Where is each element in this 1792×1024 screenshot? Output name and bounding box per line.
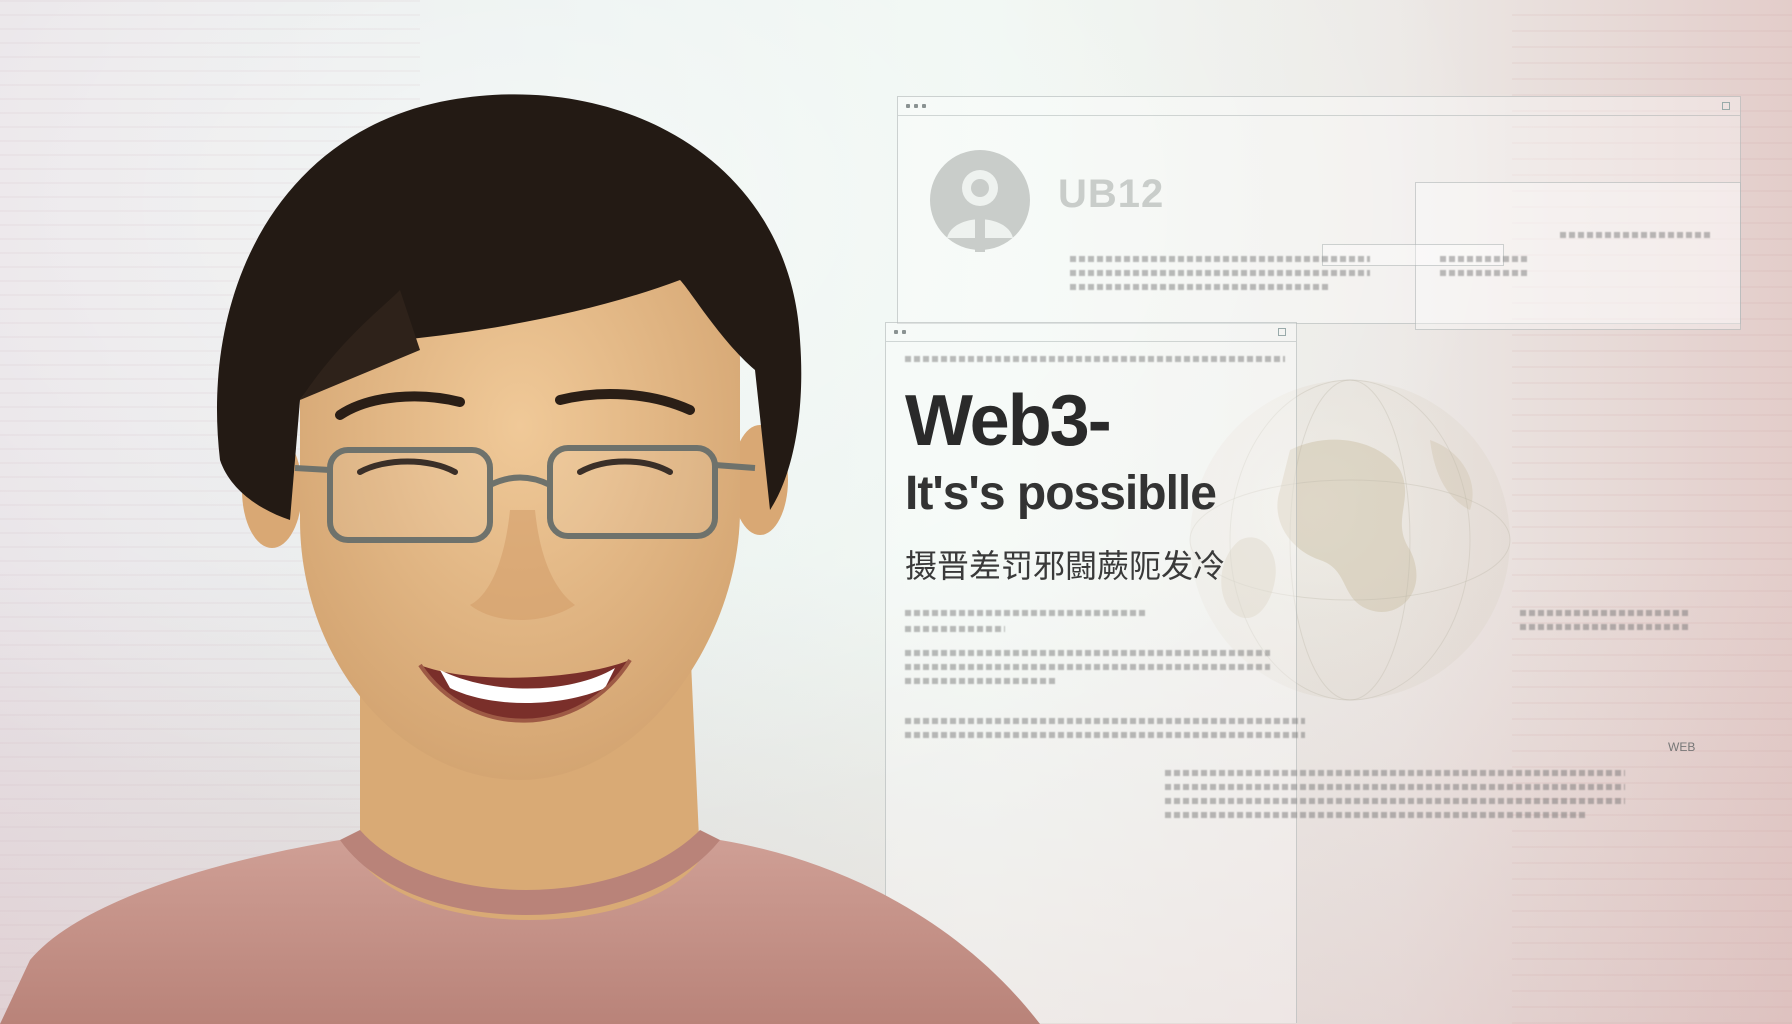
blurred-text <box>1520 624 1690 630</box>
corner-label: WEB <box>1668 740 1696 754</box>
blurred-text <box>1070 270 1370 276</box>
blurred-text <box>1070 284 1330 290</box>
blurred-text <box>1165 770 1625 776</box>
blurred-text <box>1165 784 1625 790</box>
blurred-text <box>1520 610 1690 616</box>
blurred-text <box>1440 256 1530 262</box>
logo-text: UB12 <box>1058 172 1165 216</box>
blurred-text <box>1440 270 1530 276</box>
blurred-text <box>1560 232 1710 238</box>
person-portrait <box>0 94 1040 1024</box>
window-control-icon <box>1722 102 1730 110</box>
blurred-text <box>1070 256 1370 262</box>
blurred-text <box>1165 812 1585 818</box>
window-control-icon <box>1278 328 1286 336</box>
blurred-text <box>1165 798 1625 804</box>
browser-address-bar <box>1322 244 1504 266</box>
